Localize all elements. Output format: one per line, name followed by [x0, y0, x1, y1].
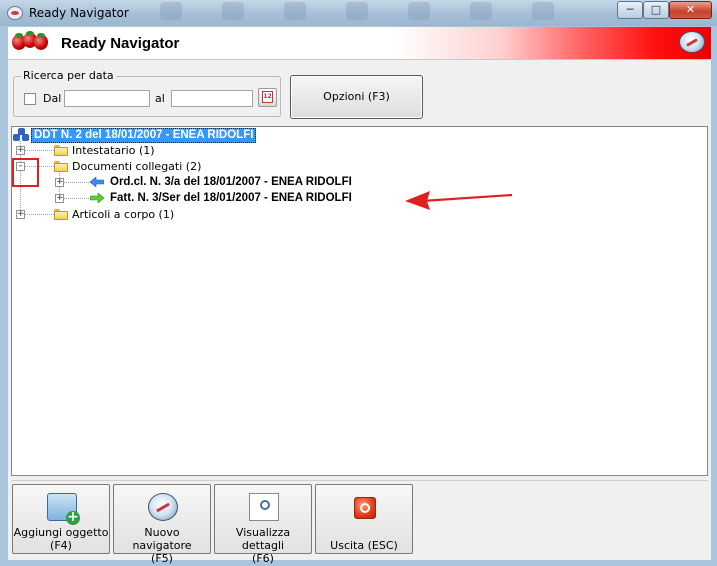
minimize-icon: ─	[626, 3, 634, 16]
annotation-arrow	[405, 191, 513, 210]
view-details-label: Visualizza dettagli (F6)	[235, 526, 291, 565]
exit-icon	[354, 497, 376, 519]
maximize-button[interactable]: □	[643, 1, 669, 19]
view-details-icon	[249, 493, 279, 521]
bottom-toolbar: Aggiungi oggetto(F4) Nuovo navigatore(F5…	[11, 480, 708, 565]
options-button[interactable]: Opzioni (F3)	[290, 75, 423, 119]
header-banner: Ready Navigator	[8, 27, 711, 60]
new-navigator-label: Nuovo navigatore (F5)	[132, 526, 192, 565]
document-tree[interactable]: DDT N. 2 del 18/01/2007 - ENEA RIDOLFI +…	[11, 126, 708, 476]
folder-icon	[54, 145, 68, 156]
from-label: Dal	[43, 92, 62, 105]
close-button[interactable]: ✕	[669, 1, 712, 19]
expand-articoli-a-corpo[interactable]: +	[16, 210, 25, 219]
folder-icon	[54, 209, 68, 220]
tree-node-ordine-cliente[interactable]: Ord.cl. N. 3/a del 18/01/2007 - ENEA RID…	[110, 176, 352, 188]
date-filter-checkbox[interactable]	[24, 93, 36, 105]
app-icon	[7, 6, 23, 20]
calendar-button[interactable]: 12	[258, 88, 277, 107]
to-date-field[interactable]	[171, 90, 253, 107]
expand-ordine-cliente[interactable]: +	[55, 178, 64, 187]
tree-root-node[interactable]: DDT N. 2 del 18/01/2007 - ENEA RIDOLFI	[31, 128, 257, 143]
tree-node-intestatario[interactable]: Intestatario (1)	[72, 144, 155, 157]
document-root-icon	[13, 128, 29, 142]
add-object-button[interactable]: Aggiungi oggetto(F4)	[12, 484, 110, 554]
close-icon: ✕	[685, 3, 696, 16]
tree-node-documenti-collegati[interactable]: Documenti collegati (2)	[72, 160, 201, 173]
to-label: al	[155, 92, 165, 105]
date-search-group-label: Ricerca per data	[21, 69, 116, 82]
tree-node-articoli-a-corpo[interactable]: Articoli a corpo (1)	[72, 208, 174, 221]
title-bar-background	[160, 2, 600, 24]
from-date-field[interactable]	[64, 90, 150, 107]
add-object-icon	[47, 493, 80, 525]
title-bar: Ready Navigator ─ □ ✕	[0, 0, 717, 26]
maximize-icon: □	[650, 3, 662, 16]
expand-intestatario[interactable]: +	[16, 146, 25, 155]
exit-label: Uscita (ESC)	[330, 539, 398, 552]
calendar-icon: 12	[262, 91, 273, 103]
arrow-right-icon	[90, 193, 104, 203]
exit-button[interactable]: Uscita (ESC)	[315, 484, 413, 554]
compass-icon	[148, 493, 178, 521]
compass-icon	[679, 31, 705, 53]
app-window: Ready Navigator ─ □ ✕ Ready Navigator Ri…	[0, 0, 717, 566]
new-navigator-button[interactable]: Nuovo navigatore (F5)	[113, 484, 211, 565]
minimize-button[interactable]: ─	[617, 1, 643, 19]
app-title: Ready Navigator	[61, 35, 180, 52]
view-details-button[interactable]: Visualizza dettagli (F6)	[214, 484, 312, 565]
arrow-left-icon	[90, 177, 104, 187]
collapse-documenti-collegati[interactable]: –	[16, 162, 25, 171]
date-search-group: Ricerca per data Dal al 12	[13, 69, 281, 117]
client-area: Ready Navigator Ricerca per data Dal al …	[8, 27, 711, 565]
expand-fattura[interactable]: +	[55, 194, 64, 203]
window-title: Ready Navigator	[29, 6, 129, 20]
add-object-label: Aggiungi oggetto (F4)	[13, 526, 109, 552]
strawberry-logo-icon	[10, 31, 50, 53]
folder-icon	[54, 161, 68, 172]
tree-node-fattura[interactable]: Fatt. N. 3/Ser del 18/01/2007 - ENEA RID…	[110, 192, 352, 204]
